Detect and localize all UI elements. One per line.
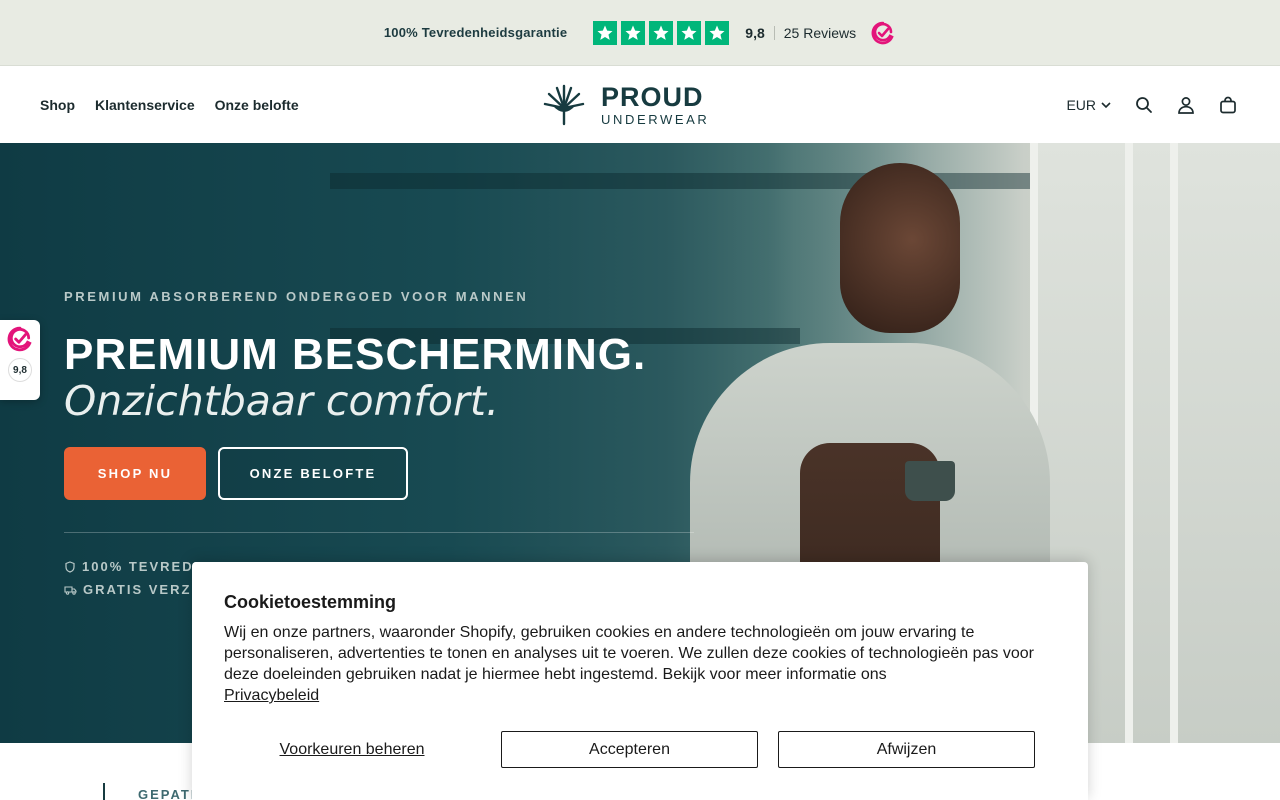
divider (773, 25, 775, 40)
shop-now-button[interactable]: SHOP NU (64, 447, 206, 501)
header-actions: EUR (1066, 95, 1238, 115)
logo-subline: UNDERWEAR (601, 112, 710, 127)
review-count[interactable]: 25 Reviews (784, 25, 856, 41)
section-accent-bar (103, 783, 105, 800)
star-icon (649, 20, 674, 45)
logo-mark-icon (543, 84, 585, 126)
hero-eyebrow: PREMIUM ABSORBEREND ONDERGOED VOOR MANNE… (64, 289, 529, 304)
hero-headline: PREMIUM BESCHERMING. (64, 330, 647, 379)
star-icon (705, 20, 730, 45)
cart-icon[interactable] (1218, 95, 1238, 115)
onze-belofte-button[interactable]: ONZE BELOFTE (218, 447, 408, 501)
hero-divider (64, 532, 694, 534)
privacy-policy-link[interactable]: Privacybeleid (224, 687, 319, 704)
star-icon (593, 20, 618, 45)
manage-preferences-link[interactable]: Voorkeuren beheren (224, 741, 480, 759)
section-label: GEPATI (138, 787, 197, 800)
shield-icon (65, 561, 75, 573)
cookie-actions: Voorkeuren beheren Accepteren Afwijzen (224, 731, 1035, 768)
trust-bar: 100% Tevredenheidsgarantie 9,8 25 Review… (0, 0, 1280, 66)
accept-cookies-button[interactable]: Accepteren (501, 731, 758, 768)
usp-text: GRATIS VERZE (83, 582, 203, 598)
rating-side-widget[interactable]: 9,8 (0, 320, 40, 400)
nav-klantenservice[interactable]: Klantenservice (95, 97, 195, 113)
currency-label: EUR (1066, 96, 1096, 113)
guarantee-text: 100% Tevredenheidsgarantie (383, 25, 568, 40)
kiyoh-badge-icon[interactable] (870, 20, 896, 46)
star-icon (621, 20, 646, 45)
nav-onze-belofte[interactable]: Onze belofte (215, 97, 299, 113)
account-icon[interactable] (1176, 95, 1196, 115)
cookie-title: Cookietoestemming (224, 592, 397, 612)
logo-wordmark: PROUD (601, 82, 704, 112)
cookie-text: Wij en onze partners, waaronder Shopify,… (224, 624, 1034, 683)
main-nav: Shop Klantenservice Onze belofte (40, 97, 299, 113)
currency-selector[interactable]: EUR (1066, 97, 1112, 113)
usp-text: 100% TEVREDE (82, 559, 205, 575)
hero-subheadline: Onzichtbaar comfort. (64, 377, 499, 426)
review-score: 9,8 (745, 24, 765, 41)
hero-image-cup (905, 461, 955, 501)
cookie-consent-dialog: Cookietoestemming Wij en onze partners, … (192, 562, 1088, 800)
kiyoh-badge-icon (7, 326, 32, 352)
site-header: Shop Klantenservice Onze belofte PROUD U… (0, 66, 1280, 143)
decline-cookies-button[interactable]: Afwijzen (778, 731, 1035, 768)
search-icon[interactable] (1134, 95, 1154, 115)
trustpilot-stars[interactable] (593, 20, 730, 45)
truck-icon (64, 586, 77, 595)
hero-image-head (840, 163, 960, 333)
side-widget-score: 9,8 (8, 358, 32, 382)
cookie-body: Wij en onze partners, waaronder Shopify,… (224, 622, 1056, 706)
star-icon (677, 20, 702, 45)
brand-logo[interactable]: PROUD UNDERWEAR (541, 84, 709, 126)
hero-content: PREMIUM ABSORBEREND ONDERGOED VOOR MANNE… (64, 289, 694, 597)
hero-ctas: SHOP NU ONZE BELOFTE (64, 447, 694, 501)
nav-shop[interactable]: Shop (40, 97, 75, 113)
chevron-down-icon (1101, 101, 1111, 108)
